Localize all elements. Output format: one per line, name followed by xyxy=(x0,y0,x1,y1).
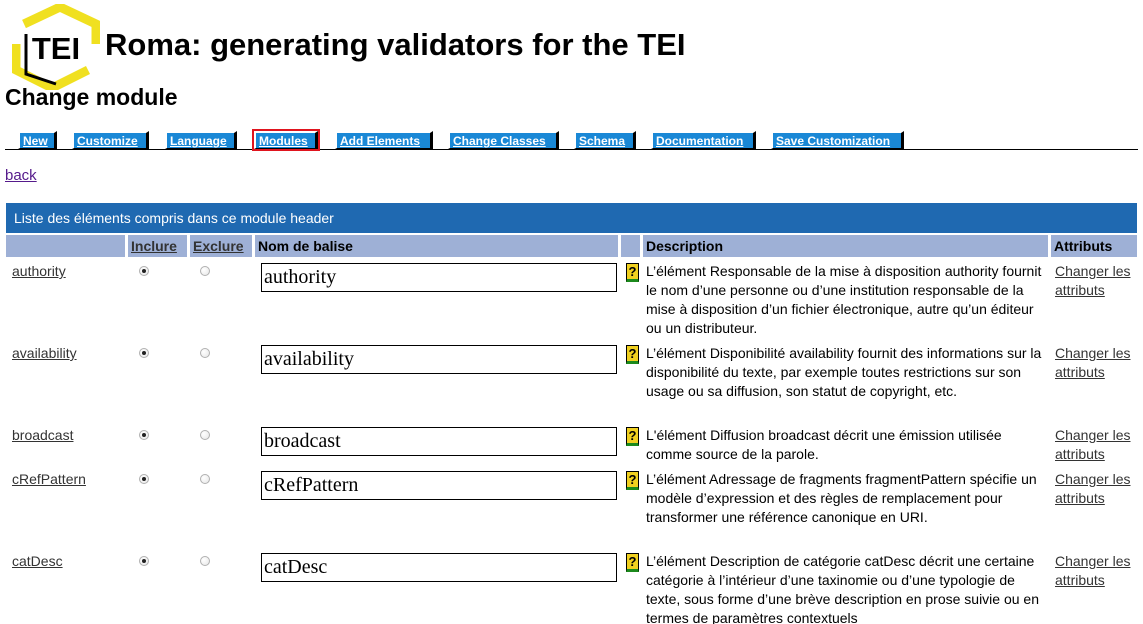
change-attributes-link[interactable]: Changer les attributs xyxy=(1055,426,1137,464)
nav-tab-bar: New Customize Language Modules Add Eleme… xyxy=(5,129,1138,151)
header-cell-element xyxy=(6,235,125,257)
tab-documentation[interactable]: Documentation xyxy=(651,131,756,149)
header-include[interactable]: Inclure xyxy=(128,235,187,257)
header-tag-name: Nom de balise xyxy=(255,235,618,257)
tab-add-elements[interactable]: Add Elements xyxy=(335,131,433,149)
include-radio[interactable] xyxy=(139,430,149,440)
table-row: availability availability ? L’élément Di… xyxy=(6,343,1137,425)
change-attributes-link[interactable]: Changer les attributs xyxy=(1055,262,1137,300)
help-icon[interactable]: ? xyxy=(626,427,639,446)
header-exclude[interactable]: Exclure xyxy=(190,235,252,257)
change-attributes-link[interactable]: Changer les attributs xyxy=(1055,552,1137,590)
tab-modules[interactable]: Modules xyxy=(252,129,320,151)
element-description: L’élément Description de catégorie catDe… xyxy=(646,553,1040,624)
tab-change-classes[interactable]: Change Classes xyxy=(448,131,559,149)
help-icon[interactable]: ? xyxy=(626,553,639,572)
tab-language[interactable]: Language xyxy=(165,131,237,149)
help-icon[interactable]: ? xyxy=(626,471,639,490)
change-attributes-link[interactable]: Changer les attributs xyxy=(1055,344,1137,382)
header-help xyxy=(621,235,640,257)
table-row: broadcast broadcast ? L'élément Diffusio… xyxy=(6,425,1137,469)
help-icon[interactable]: ? xyxy=(626,263,639,282)
help-icon[interactable]: ? xyxy=(626,345,639,364)
logo-text: TEI xyxy=(32,31,80,66)
element-link[interactable]: catDesc xyxy=(12,553,63,569)
include-radio[interactable] xyxy=(139,474,149,484)
page-title: Change module xyxy=(5,84,178,110)
exclude-radio[interactable] xyxy=(200,556,210,566)
tab-new[interactable]: New xyxy=(18,131,57,149)
exclude-radio[interactable] xyxy=(200,430,210,440)
element-description: L'élément Diffusion broadcast décrit une… xyxy=(646,427,1002,462)
include-radio[interactable] xyxy=(139,348,149,358)
element-link[interactable]: authority xyxy=(12,263,66,279)
tag-name-input[interactable]: authority xyxy=(261,263,617,292)
include-radio[interactable] xyxy=(139,556,149,566)
tag-name-input[interactable]: catDesc xyxy=(261,553,617,582)
element-link[interactable]: cRefPattern xyxy=(12,471,86,487)
tag-name-input[interactable]: cRefPattern xyxy=(261,471,617,500)
exclude-radio[interactable] xyxy=(200,474,210,484)
table-header-row: Inclure Exclure Nom de balise Descriptio… xyxy=(6,235,1137,257)
exclude-radio[interactable] xyxy=(200,348,210,358)
exclude-radio[interactable] xyxy=(200,266,210,276)
include-radio[interactable] xyxy=(139,266,149,276)
header-attributes: Attributs xyxy=(1051,235,1137,257)
element-link[interactable]: availability xyxy=(12,345,77,361)
table-row: catDesc catDesc ? L’élément Description … xyxy=(6,551,1137,624)
tab-schema[interactable]: Schema xyxy=(574,131,636,149)
back-link[interactable]: back xyxy=(5,167,37,184)
tag-name-input[interactable]: broadcast xyxy=(261,427,617,456)
element-description: L’élément Adressage de fragments fragmen… xyxy=(646,471,1037,525)
element-link[interactable]: broadcast xyxy=(12,427,73,443)
header-description: Description xyxy=(643,235,1048,257)
table-caption: Liste des éléments compris dans ce modul… xyxy=(6,203,1137,233)
change-attributes-link[interactable]: Changer les attributs xyxy=(1055,470,1137,508)
element-description: L’élément Responsable de la mise à dispo… xyxy=(646,263,1042,336)
element-description: L’élément Disponibilité availability fou… xyxy=(646,345,1042,399)
table-row: cRefPattern cRefPattern ? L’élément Adre… xyxy=(6,469,1137,551)
table-row: authority authority ? L’élément Responsa… xyxy=(6,261,1137,343)
tab-save-customization[interactable]: Save Customization xyxy=(771,131,904,149)
tab-customize[interactable]: Customize xyxy=(72,131,149,149)
app-title: Roma: generating validators for the TEI xyxy=(105,27,686,62)
tei-logo-icon: TEI xyxy=(12,4,100,90)
page-header: TEI Roma: generating validators for the … xyxy=(0,0,1143,110)
tag-name-input[interactable]: availability xyxy=(261,345,617,374)
